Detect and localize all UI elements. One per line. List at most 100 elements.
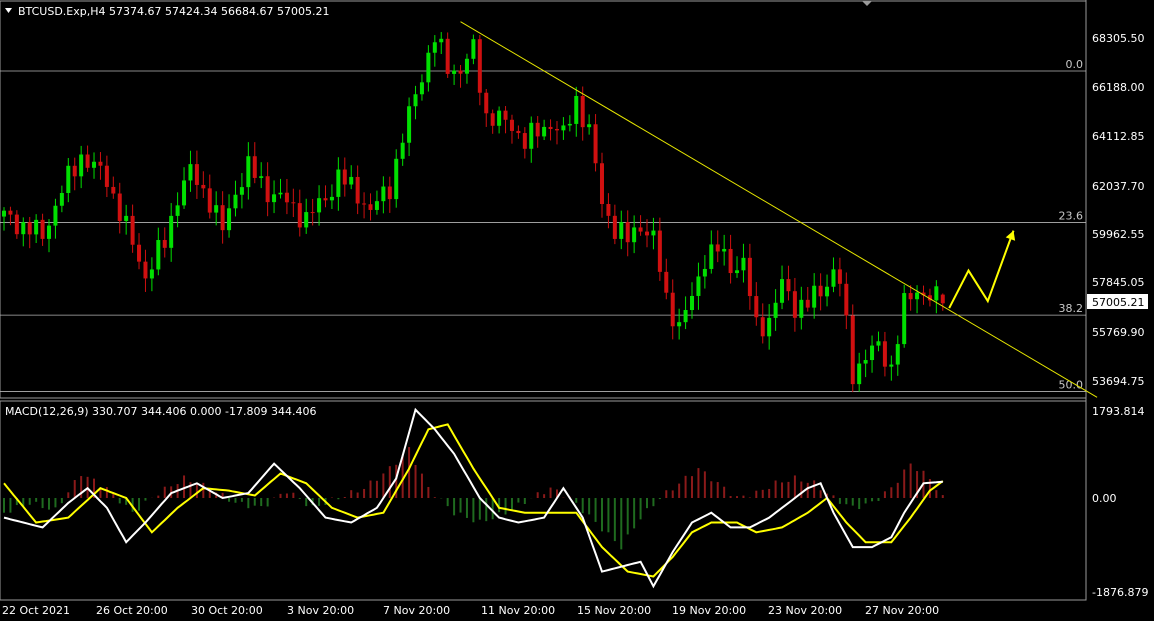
candle-body bbox=[490, 113, 495, 126]
candle-body bbox=[651, 230, 656, 236]
candle-body bbox=[612, 215, 617, 239]
candle-body bbox=[92, 161, 97, 168]
candle-body bbox=[722, 248, 727, 252]
time-tick: 19 Nov 20:00 bbox=[672, 604, 746, 617]
candle-body bbox=[625, 222, 630, 243]
candle-body bbox=[137, 244, 142, 262]
candle-body bbox=[188, 164, 193, 181]
candle-body bbox=[124, 215, 129, 221]
candle-body bbox=[27, 222, 32, 235]
candle-body bbox=[272, 194, 277, 203]
candle-body bbox=[156, 240, 161, 270]
candle-body bbox=[355, 176, 360, 204]
candle-body bbox=[715, 244, 720, 252]
price-axis: 68305.50 66188.00 64112.85 62037.70 5996… bbox=[1092, 32, 1145, 388]
candle-body bbox=[870, 345, 875, 361]
candle-body bbox=[85, 154, 90, 168]
candle-body bbox=[561, 125, 566, 131]
chart-shift-marker-icon[interactable] bbox=[862, 1, 872, 6]
candle-body bbox=[587, 124, 592, 128]
current-price-label: 57005.21 bbox=[1092, 296, 1145, 309]
price-tick: 53694.75 bbox=[1092, 375, 1145, 388]
candle-body bbox=[902, 293, 907, 345]
fib-level-label: 23.6 bbox=[1059, 209, 1084, 222]
candle-body bbox=[8, 210, 13, 215]
candle-body bbox=[580, 95, 585, 128]
macd-axis-tick: -1876.879 bbox=[1092, 586, 1148, 599]
candle-body bbox=[812, 285, 817, 308]
price-tick: 55769.90 bbox=[1092, 326, 1145, 339]
candle-body bbox=[503, 110, 508, 120]
candle-body bbox=[53, 205, 58, 226]
price-tick: 68305.50 bbox=[1092, 32, 1145, 45]
candle-body bbox=[291, 202, 296, 204]
candle-body bbox=[407, 106, 412, 143]
time-tick: 23 Nov 20:00 bbox=[768, 604, 842, 617]
candle-body bbox=[182, 180, 187, 206]
candle-body bbox=[169, 215, 174, 248]
time-tick: 3 Nov 20:00 bbox=[287, 604, 354, 617]
candle-body bbox=[908, 293, 913, 300]
candle-body bbox=[567, 123, 572, 126]
candle-body bbox=[246, 156, 251, 188]
candle-body bbox=[413, 94, 418, 107]
candle-body bbox=[767, 317, 772, 337]
candle-body bbox=[632, 227, 637, 243]
candle-body bbox=[387, 186, 392, 200]
candle-body bbox=[362, 203, 367, 205]
candle-body bbox=[34, 219, 39, 235]
candle-body bbox=[754, 296, 759, 318]
candle-body bbox=[445, 38, 450, 74]
candle-body bbox=[426, 52, 431, 83]
projection-arrow[interactable] bbox=[948, 230, 1016, 309]
candle-body bbox=[259, 176, 264, 178]
fib-level-label: 50.0 bbox=[1059, 378, 1084, 391]
candle-body bbox=[400, 142, 405, 159]
candle-body bbox=[252, 156, 257, 178]
candle-body bbox=[207, 188, 212, 213]
candlestick-series bbox=[2, 32, 945, 393]
candle-body bbox=[40, 219, 45, 239]
main-chart-frame bbox=[0, 0, 1087, 399]
candle-body bbox=[227, 208, 232, 231]
candle-body bbox=[882, 341, 887, 367]
macd-axis-tick: 0.00 bbox=[1092, 492, 1117, 505]
candle-body bbox=[162, 240, 167, 248]
candle-body bbox=[323, 198, 328, 201]
candle-body bbox=[484, 92, 489, 114]
candle-body bbox=[214, 205, 219, 213]
candle-body bbox=[310, 212, 315, 214]
candle-body bbox=[439, 38, 444, 43]
candle-body bbox=[889, 364, 894, 367]
candle-body bbox=[741, 257, 746, 271]
candle-body bbox=[79, 154, 84, 177]
candle-body bbox=[895, 344, 900, 365]
candle-body bbox=[342, 169, 347, 185]
candle-body bbox=[645, 231, 649, 236]
candle-body bbox=[606, 204, 611, 216]
fibonacci-levels[interactable]: 0.0 23.6 38.2 50.0 bbox=[0, 58, 1086, 392]
candle-body bbox=[690, 295, 695, 311]
candle-body bbox=[59, 192, 64, 206]
candle-body bbox=[66, 165, 71, 193]
candle-body bbox=[98, 161, 103, 166]
candle-body bbox=[786, 279, 791, 292]
dropdown-arrow-icon[interactable] bbox=[5, 8, 12, 13]
macd-axis: 1793.814 0.00 -1876.879 bbox=[1092, 405, 1148, 599]
price-tick: 66188.00 bbox=[1092, 81, 1145, 94]
descending-trendline[interactable] bbox=[460, 21, 1098, 398]
candle-body bbox=[876, 341, 881, 346]
candle-body bbox=[825, 286, 830, 297]
trading-chart[interactable]: BTCUSD.Exp,H4 57374.67 57424.34 56684.67… bbox=[0, 0, 1154, 621]
time-tick: 30 Oct 20:00 bbox=[191, 604, 263, 617]
candle-body bbox=[696, 276, 701, 296]
candle-body bbox=[265, 176, 270, 203]
fib-level-label: 0.0 bbox=[1066, 58, 1084, 71]
candle-body bbox=[143, 261, 148, 279]
candle-body bbox=[638, 227, 643, 232]
candle-body bbox=[194, 164, 199, 185]
candle-body bbox=[381, 186, 386, 202]
candle-body bbox=[284, 192, 289, 203]
candle-body bbox=[554, 129, 559, 131]
candle-body bbox=[458, 70, 463, 74]
